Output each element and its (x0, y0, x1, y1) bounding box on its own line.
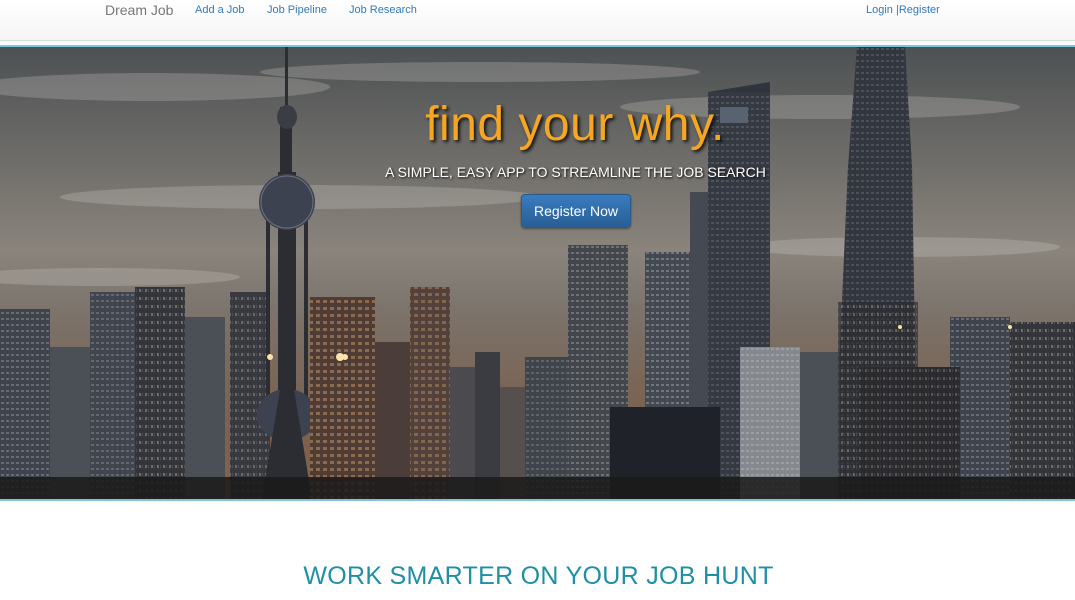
hero-subtitle: A SIMPLE, EASY APP TO STREAMLINE THE JOB… (385, 164, 766, 180)
nav-job-research[interactable]: Job Research (349, 4, 417, 16)
nav-job-pipeline[interactable]: Job Pipeline (267, 4, 327, 16)
hero-title: find your why. (425, 98, 725, 151)
nav-add-job[interactable]: Add a Job (195, 4, 245, 16)
register-now-button[interactable]: Register Now (521, 194, 631, 228)
login-link[interactable]: Login (866, 4, 893, 16)
hero-banner: find your why. A SIMPLE, EASY APP TO STR… (0, 45, 1075, 501)
register-link[interactable]: Register (899, 4, 940, 16)
top-navbar: Dream Job Add a Job Job Pipeline Job Res… (0, 0, 1075, 41)
section-title: WORK SMARTER ON YOUR JOB HUNT (303, 562, 774, 590)
auth-links: Login |Register (866, 4, 940, 16)
brand-logo[interactable]: Dream Job (105, 2, 173, 18)
